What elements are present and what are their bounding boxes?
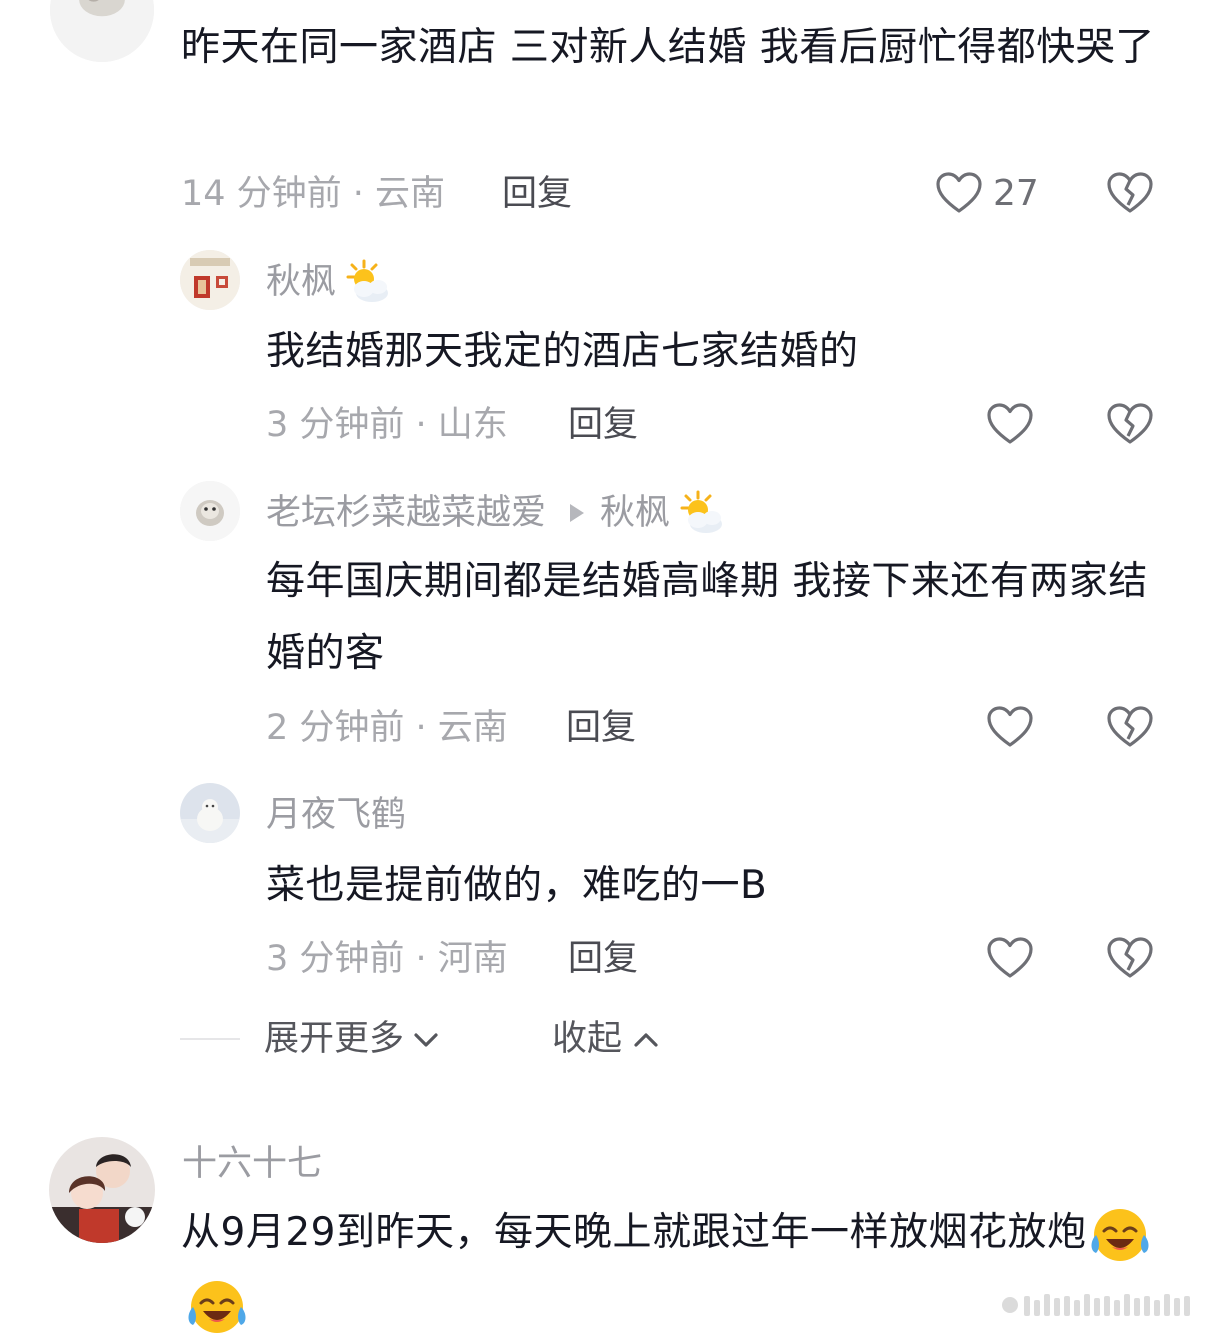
avatar[interactable] — [180, 783, 240, 843]
dislike-icon[interactable] — [1106, 171, 1154, 215]
reply-text: 我结婚那天我定的酒店七家结婚的 — [266, 329, 859, 374]
comment-username[interactable]: 十六十七 — [182, 1142, 322, 1186]
reply-text: 菜也是提前做的，难吃的一B — [266, 863, 768, 908]
reply-button[interactable]: 回复 — [568, 937, 638, 981]
comment-text: 昨天在同一家酒店 三对新人结婚 我看后厨忙得都快哭了 — [181, 25, 1155, 70]
like-icon[interactable] — [986, 402, 1034, 446]
expand-more-label: 展开更多 — [264, 1019, 405, 1059]
avatar[interactable] — [180, 481, 240, 541]
reply-meta: 2 分钟前 · 云南 — [266, 708, 508, 748]
reply-meta: 3 分钟前 · 河南 — [266, 939, 508, 979]
like-count: 27 — [993, 173, 1039, 214]
play-arrow-icon — [568, 491, 586, 535]
dislike-icon[interactable] — [1106, 936, 1154, 980]
reply-button[interactable]: 回复 — [502, 172, 572, 216]
reply-username[interactable]: 秋枫 — [266, 259, 392, 305]
username-text: 老坛杉菜越菜越爱 — [266, 493, 547, 533]
avatar[interactable] — [180, 250, 240, 310]
watermark-logo — [1000, 1290, 1196, 1320]
reply-username[interactable]: 老坛杉菜越菜越爱 秋枫 — [266, 490, 726, 536]
reply-username[interactable]: 月夜飞鹤 — [266, 793, 406, 837]
username-text: 月夜飞鹤 — [266, 795, 407, 835]
like-icon[interactable] — [986, 705, 1034, 749]
thread-divider — [180, 1038, 240, 1040]
laughing-crying-emoji — [187, 1277, 247, 1337]
comment-text-content: 从9月29到昨天，每天晚上就跟过年一样放烟花放炮 — [181, 1210, 1087, 1255]
username-text: 十六十七 — [182, 1144, 323, 1184]
reply-to-username[interactable]: 秋枫 — [600, 491, 670, 535]
sun-behind-cloud-emoji — [342, 259, 392, 305]
chevron-up-icon — [632, 1017, 660, 1061]
username-text: 秋枫 — [266, 262, 337, 302]
comment-meta: 14 分钟前 · 云南 — [181, 174, 446, 214]
reply-text: 每年国庆期间都是结婚高峰期 我接下来还有两家结婚的客 — [266, 559, 1148, 676]
reply-button[interactable]: 回复 — [568, 403, 638, 447]
sun-behind-cloud-emoji — [676, 490, 726, 536]
avatar[interactable] — [50, 0, 154, 62]
like-icon[interactable] — [986, 936, 1034, 980]
reply-button[interactable]: 回复 — [566, 706, 636, 750]
collapse-label: 收起 — [552, 1019, 623, 1059]
avatar[interactable] — [49, 1137, 155, 1243]
like-icon[interactable] — [935, 171, 983, 215]
collapse-button[interactable]: 收起 — [552, 1017, 660, 1061]
dislike-icon[interactable] — [1106, 402, 1154, 446]
reply-meta: 3 分钟前 · 山东 — [266, 405, 508, 445]
dislike-icon[interactable] — [1106, 705, 1154, 749]
chevron-down-icon — [412, 1017, 440, 1061]
expand-more-button[interactable]: 展开更多 — [264, 1017, 440, 1061]
laughing-crying-emoji — [1090, 1205, 1150, 1265]
